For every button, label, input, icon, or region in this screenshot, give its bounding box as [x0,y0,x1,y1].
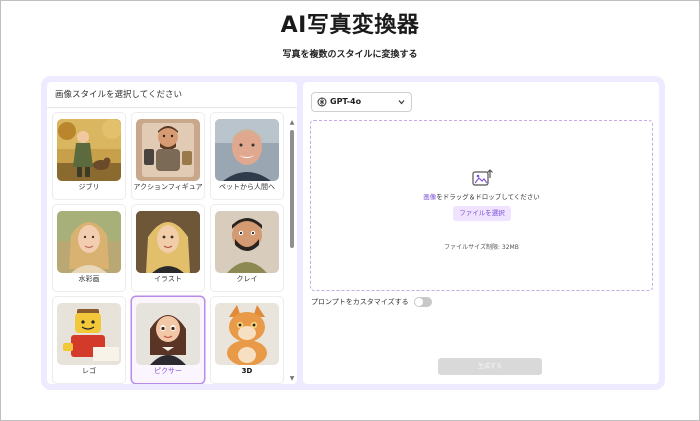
style-label-watercolor: 水彩画 [78,275,100,283]
style-card-watercolor[interactable]: 水彩画 [53,205,125,291]
style-label-illustration: イラスト [154,275,182,283]
style-card-ghibli[interactable]: ジブリ [53,113,125,199]
style-card-action-figure[interactable]: アクションフィギュア [132,113,204,199]
choose-file-button[interactable]: ファイルを選択 [453,206,511,221]
style-card-clay[interactable]: クレイ [211,205,283,291]
drop-text: をドラッグ＆ドロップしてください [436,193,540,201]
style-label-ghibli: ジブリ [78,183,100,191]
style-card-3d[interactable]: 3D [211,297,283,383]
style-grid: ジブリ アクションフィギュア ペットから人間へ 水彩画 イラスト クレイ レゴ … [47,109,287,384]
scroll-down-arrow-icon[interactable]: ▼ [289,376,295,382]
style-thumb-lego [57,303,121,365]
style-label-lego: レゴ [82,367,96,375]
openai-logo-icon [317,97,327,107]
custom-prompt-label: プロンプトをカスタマイズする [311,298,409,306]
style-card-illustration[interactable]: イラスト [132,205,204,291]
style-card-lego[interactable]: レゴ [53,297,125,383]
style-thumb-pixar [136,303,200,365]
model-select[interactable]: GPT-4o [311,92,412,112]
scroll-up-arrow-icon[interactable]: ▲ [289,120,295,126]
custom-prompt-row: プロンプトをカスタマイズする [311,296,432,308]
upload-panel: GPT-4o 画像をドラッグ＆ドロップしてください ファイルを選択 ファイルサイ… [303,82,659,384]
style-card-pixar[interactable]: ピクサー [132,297,204,383]
custom-prompt-toggle[interactable] [414,297,432,307]
converter-panel: 画像スタイルを選択してください ジブリ アクションフィギュア ペットから人間へ … [41,76,665,390]
drop-instructions: 画像をドラッグ＆ドロップしてください [311,191,652,201]
style-label-pixar: ピクサー [154,367,182,375]
style-label-3d: 3D [241,367,253,375]
model-select-value: GPT-4o [330,97,362,106]
style-thumb-pet-to-human [215,119,279,181]
style-thumb-watercolor [57,211,121,273]
style-label-action-figure: アクションフィギュア [133,183,203,191]
style-chooser-heading: 画像スタイルを選択してください [47,82,297,108]
chevron-down-icon [398,100,405,105]
style-label-clay: クレイ [236,275,258,283]
style-thumb-3d [215,303,279,365]
image-drop-zone[interactable]: 画像をドラッグ＆ドロップしてください ファイルを選択 ファイルサイズ制限: 32… [310,120,653,291]
image-upload-icon [472,169,493,186]
style-thumb-illustration [136,211,200,273]
page-subtitle: 写真を複数のスタイルに変換する [282,50,418,60]
style-scrollbar[interactable]: ▲ ▼ [289,120,295,382]
generate-button[interactable]: 生成する [438,358,542,375]
style-thumb-clay [215,211,279,273]
scroll-thumb[interactable] [290,130,294,248]
page-title: AI写真変換器 [280,13,420,38]
drop-highlight: 画像 [423,193,437,201]
style-chooser: 画像スタイルを選択してください ジブリ アクションフィギュア ペットから人間へ … [47,82,297,384]
style-thumb-ghibli [57,119,121,181]
style-label-pet-to-human: ペットから人間へ [219,183,275,191]
file-size-limit: ファイルサイズ制限: 32MB [444,244,519,251]
style-card-pet-to-human[interactable]: ペットから人間へ [211,113,283,199]
style-thumb-action-figure [136,119,200,181]
